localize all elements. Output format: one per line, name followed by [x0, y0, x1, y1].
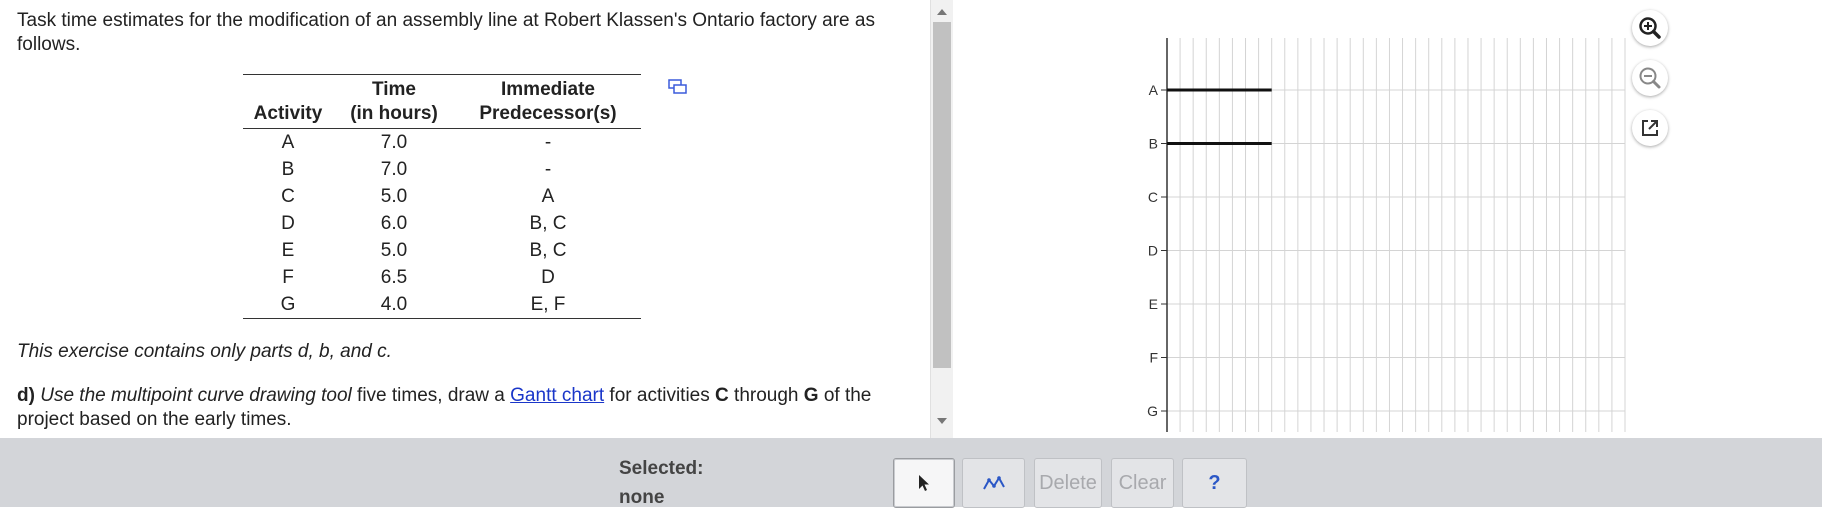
- selected-value: none: [619, 487, 665, 508]
- header-activity: Activity: [243, 74, 333, 129]
- multipoint-curve-icon: [982, 476, 1005, 490]
- table-row: G 4.0 E, F: [243, 291, 641, 319]
- popout-icon: [1642, 120, 1658, 136]
- graph-toolbar: Selected: none Delete Clear ?: [0, 438, 1822, 508]
- cell-pred: E, F: [530, 294, 566, 315]
- y-tick-label: F: [1149, 350, 1158, 366]
- part-d-text: for activities: [604, 385, 716, 406]
- header-predecessors: Immediate Predecessor(s): [455, 74, 641, 129]
- y-tick-label: D: [1148, 243, 1158, 259]
- y-tick-label: E: [1149, 296, 1158, 312]
- part-d-tool-name: Use the multipoint curve drawing tool: [40, 385, 352, 406]
- cell-pred: -: [544, 159, 552, 180]
- cell-activity: A: [281, 132, 295, 153]
- exercise-note: This exercise contains only parts d, b, …: [17, 341, 392, 362]
- y-tick-label: A: [1149, 82, 1159, 98]
- table-row: E 5.0 B, C: [243, 237, 641, 264]
- y-tick-label: B: [1149, 136, 1158, 152]
- problem-pane: Task time estimates for the modification…: [0, 0, 930, 438]
- gantt-chart-link[interactable]: Gantt chart: [510, 385, 604, 406]
- header-time: Time (in hours): [333, 74, 455, 129]
- cell-pred: B, C: [529, 213, 567, 234]
- cell-time: 6.5: [380, 267, 408, 288]
- zoom-in-icon: [1639, 17, 1661, 39]
- part-d-to: G: [803, 385, 819, 406]
- cell-pred: B, C: [529, 240, 567, 261]
- cell-activity: C: [281, 186, 295, 207]
- cell-activity: D: [281, 213, 295, 234]
- cell-activity: G: [280, 294, 296, 315]
- select-tool-button[interactable]: [893, 458, 955, 508]
- cell-pred: A: [541, 186, 555, 207]
- cell-time: 4.0: [380, 294, 408, 315]
- cursor-arrow-icon: [919, 475, 929, 491]
- scroll-up-icon[interactable]: [937, 9, 947, 15]
- cell-time: 5.0: [380, 186, 408, 207]
- gantt-graph[interactable]: A B C D E F G: [1140, 30, 1640, 440]
- cell-time: 6.0: [380, 213, 408, 234]
- scroll-thumb[interactable]: [933, 22, 951, 368]
- zoom-in-button[interactable]: [1632, 10, 1668, 46]
- part-d-text: through: [728, 385, 804, 406]
- table-popout-icon[interactable]: [668, 79, 688, 95]
- part-d-label: d): [17, 385, 35, 406]
- multipoint-curve-tool-button[interactable]: [962, 458, 1025, 508]
- y-tick-label: C: [1148, 189, 1158, 205]
- cell-activity: F: [282, 267, 294, 288]
- problem-scrollbar[interactable]: [930, 0, 953, 438]
- table-row: B 7.0 -: [243, 156, 641, 183]
- part-d-from: C: [715, 385, 729, 406]
- table-row: C 5.0 A: [243, 183, 641, 210]
- part-d-instructions: d) Use the multipoint curve drawing tool…: [17, 384, 917, 432]
- cell-time: 7.0: [380, 159, 408, 180]
- problem-intro: Task time estimates for the modification…: [17, 10, 875, 55]
- help-button[interactable]: ?: [1182, 458, 1247, 508]
- task-table: Activity Time (in hours) Immediate Predece…: [243, 74, 641, 319]
- cell-time: 7.0: [380, 132, 408, 153]
- cell-pred: D: [541, 267, 555, 288]
- clear-button[interactable]: Clear: [1111, 458, 1174, 508]
- zoom-out-button[interactable]: [1632, 60, 1668, 96]
- zoom-out-icon: [1639, 67, 1661, 89]
- cell-activity: B: [281, 159, 295, 180]
- y-tick-label: G: [1147, 403, 1158, 419]
- popout-button[interactable]: [1632, 110, 1668, 146]
- table-row: A 7.0 -: [243, 129, 641, 157]
- delete-button[interactable]: Delete: [1034, 458, 1102, 508]
- table-row: F 6.5 D: [243, 264, 641, 291]
- part-d-text: five times, draw a: [351, 385, 511, 406]
- cell-activity: E: [281, 240, 295, 261]
- cell-time: 5.0: [380, 240, 408, 261]
- scroll-down-icon[interactable]: [937, 418, 947, 424]
- table-row: D 6.0 B, C: [243, 210, 641, 237]
- selected-label: Selected:: [619, 458, 704, 479]
- cell-pred: -: [544, 132, 552, 153]
